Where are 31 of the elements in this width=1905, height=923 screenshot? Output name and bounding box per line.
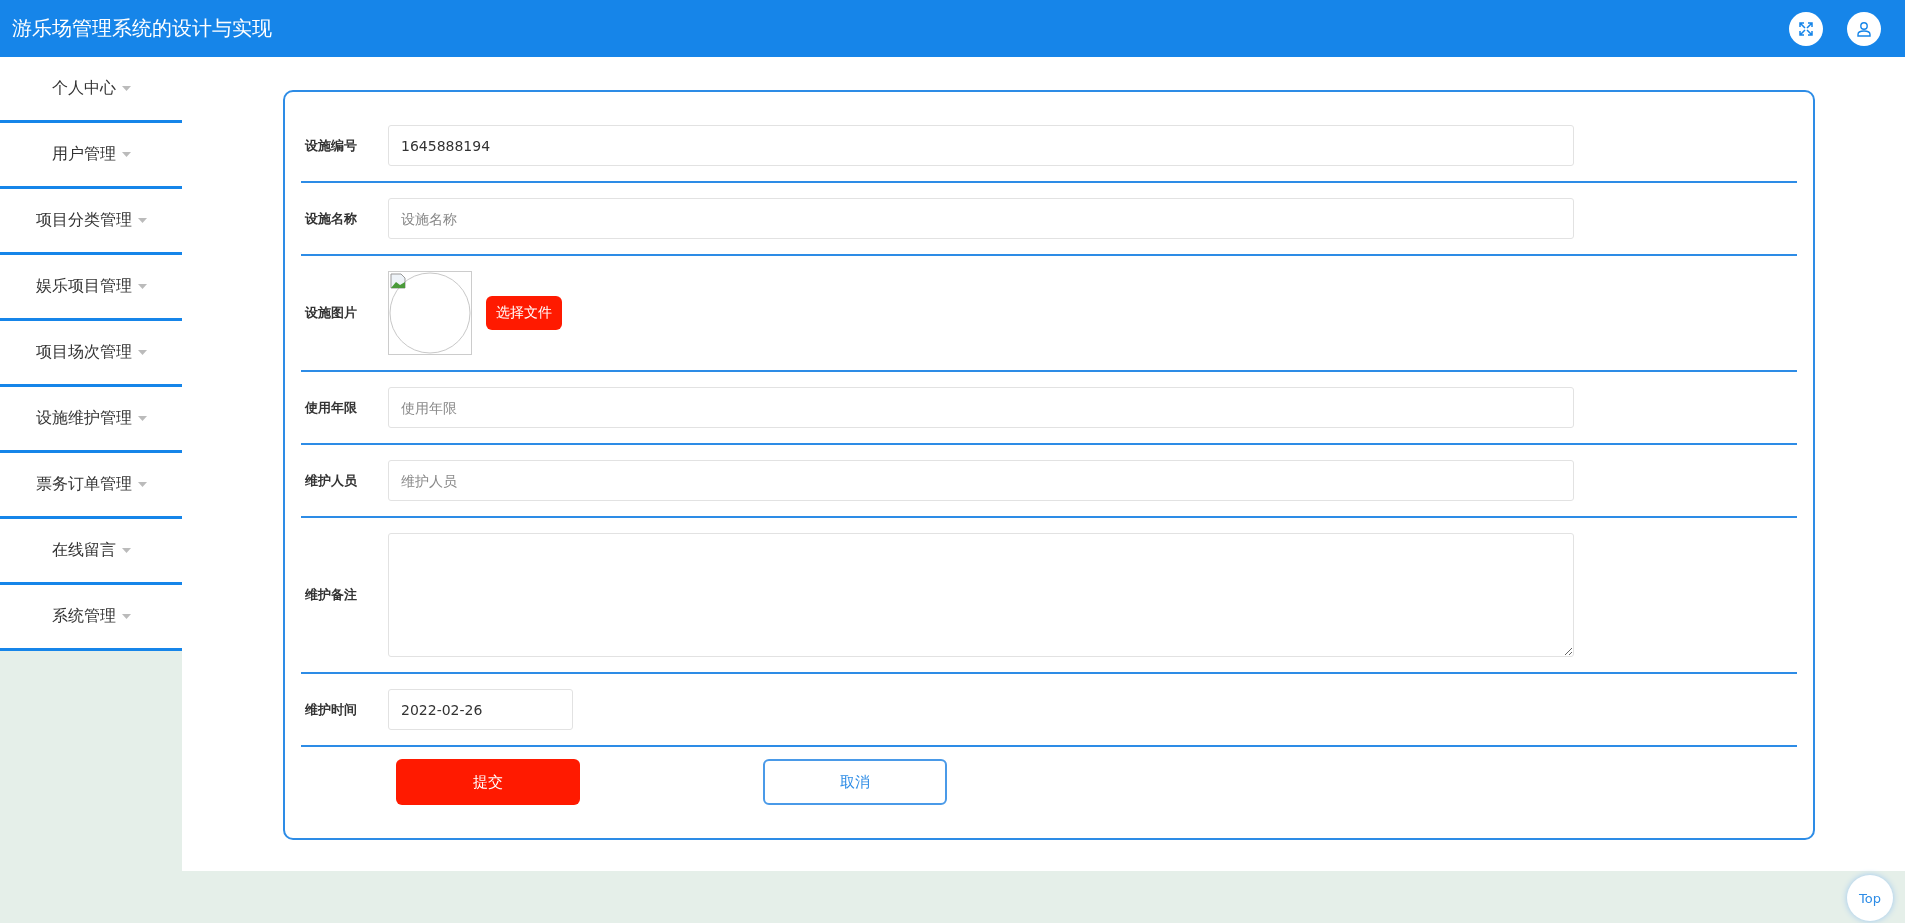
text-field[interactable]: 使用年限 [388,387,1574,428]
caret-icon [137,416,147,421]
field-label: 维护人员 [305,471,358,490]
caret-icon [121,152,131,157]
caret-icon [121,614,131,619]
back-to-top-button[interactable]: Top [1847,875,1893,921]
field-label: 维护时间 [305,700,358,719]
app-title: 游乐场管理系统的设计与实现 [12,15,272,42]
text-field[interactable]: 设施名称 [388,198,1574,239]
field-label: 使用年限 [305,398,358,417]
user-icon [1856,20,1872,37]
field-label: 维护备注 [305,586,358,604]
caret-icon [137,218,147,223]
text-field[interactable]: 1645888194 [388,125,1574,166]
caret-icon [137,350,147,355]
field-label: 设施图片 [305,304,358,322]
caret-icon [137,284,147,289]
caret-icon [121,86,131,91]
field-label: 设施编号 [305,136,358,155]
caret-icon [121,548,131,553]
field-label: 设施名称 [305,209,358,228]
fullscreen-button[interactable] [1789,11,1823,46]
text-field[interactable]: 维护人员 [388,460,1574,501]
user-button[interactable] [1847,11,1881,46]
cancel-button[interactable]: 取消 [763,759,947,805]
submit-button[interactable]: 提交 [396,759,580,805]
fullscreen-icon [1798,20,1814,37]
date-field[interactable]: 2022-02-26 [388,689,573,730]
choose-file-button[interactable]: 选择文件 [486,296,562,330]
caret-icon [137,482,147,487]
broken-image-icon [390,273,406,289]
